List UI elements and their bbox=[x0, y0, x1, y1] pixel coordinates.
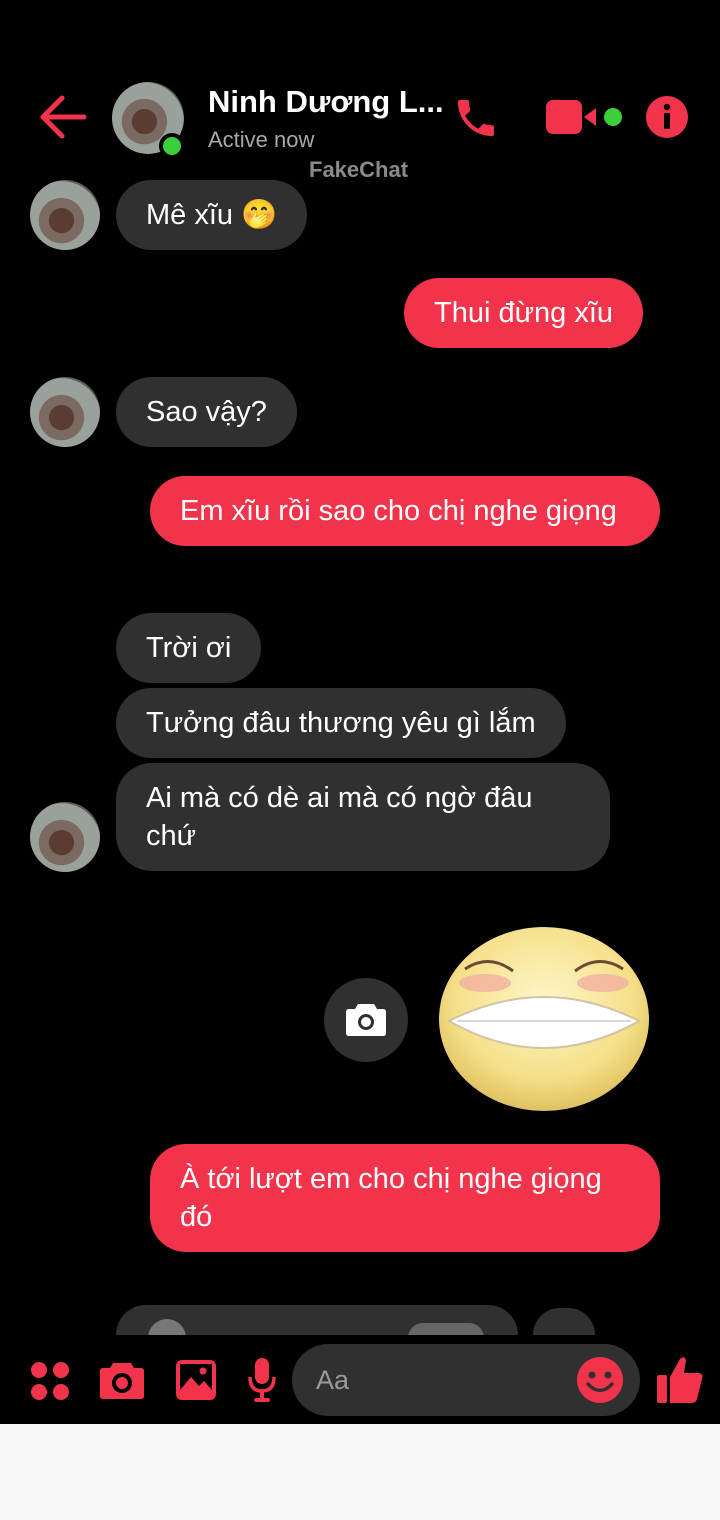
message-input-container bbox=[292, 1344, 640, 1416]
microphone-icon[interactable] bbox=[247, 1357, 277, 1403]
contact-avatar-small[interactable] bbox=[30, 377, 100, 447]
grinning-face-sticker[interactable] bbox=[437, 925, 651, 1113]
camera-reply-button[interactable] bbox=[324, 978, 408, 1062]
watermark: FakeChat bbox=[309, 157, 409, 182]
back-arrow-icon[interactable] bbox=[38, 94, 88, 140]
contact-avatar-small[interactable] bbox=[30, 180, 100, 250]
video-call-icon[interactable] bbox=[544, 98, 600, 136]
like-thumbs-up-icon[interactable] bbox=[656, 1355, 704, 1405]
emoji-icon[interactable] bbox=[576, 1356, 624, 1404]
more-apps-icon[interactable] bbox=[30, 1361, 70, 1401]
message-outgoing[interactable]: Thui đừng xĩu bbox=[404, 278, 644, 348]
play-icon[interactable] bbox=[148, 1319, 186, 1335]
info-icon[interactable] bbox=[645, 95, 689, 139]
message-incoming[interactable]: Trời ơi bbox=[116, 613, 262, 683]
message-input[interactable] bbox=[316, 1344, 566, 1416]
contact-avatar-small[interactable] bbox=[30, 802, 100, 872]
voice-message[interactable] bbox=[116, 1305, 518, 1335]
message-incoming[interactable]: Tưởng đâu thương yêu gì lắm bbox=[116, 688, 566, 758]
message-incoming[interactable]: Ai mà có dè ai mà có ngờ đâu chứ bbox=[116, 763, 610, 871]
camera-icon[interactable] bbox=[99, 1360, 145, 1400]
phone-call-icon[interactable] bbox=[452, 94, 500, 142]
online-indicator bbox=[159, 133, 185, 159]
gallery-icon[interactable] bbox=[175, 1359, 217, 1401]
message-incoming[interactable]: Sao vậy? bbox=[116, 377, 297, 447]
chat-header: Ninh Dương L... Active now FakeChat bbox=[0, 0, 720, 182]
video-active-dot bbox=[604, 108, 622, 126]
message-incoming[interactable]: Mê xĩu 🤭 bbox=[116, 180, 308, 250]
contact-status: Active now bbox=[208, 127, 315, 152]
camera-icon bbox=[346, 1004, 386, 1036]
chat-screen: Ninh Dương L... Active now FakeChat Mê x… bbox=[0, 0, 720, 1424]
message-composer bbox=[0, 1335, 720, 1424]
contact-name[interactable]: Ninh Dương L... bbox=[208, 84, 444, 120]
share-button[interactable] bbox=[533, 1308, 595, 1335]
voice-duration bbox=[408, 1323, 484, 1335]
system-navigation-area bbox=[0, 1424, 720, 1520]
message-outgoing[interactable]: Em xĩu rồi sao cho chị nghe giọng bbox=[150, 476, 660, 546]
message-outgoing[interactable]: À tới lượt em cho chị nghe giọng đó bbox=[150, 1144, 660, 1252]
